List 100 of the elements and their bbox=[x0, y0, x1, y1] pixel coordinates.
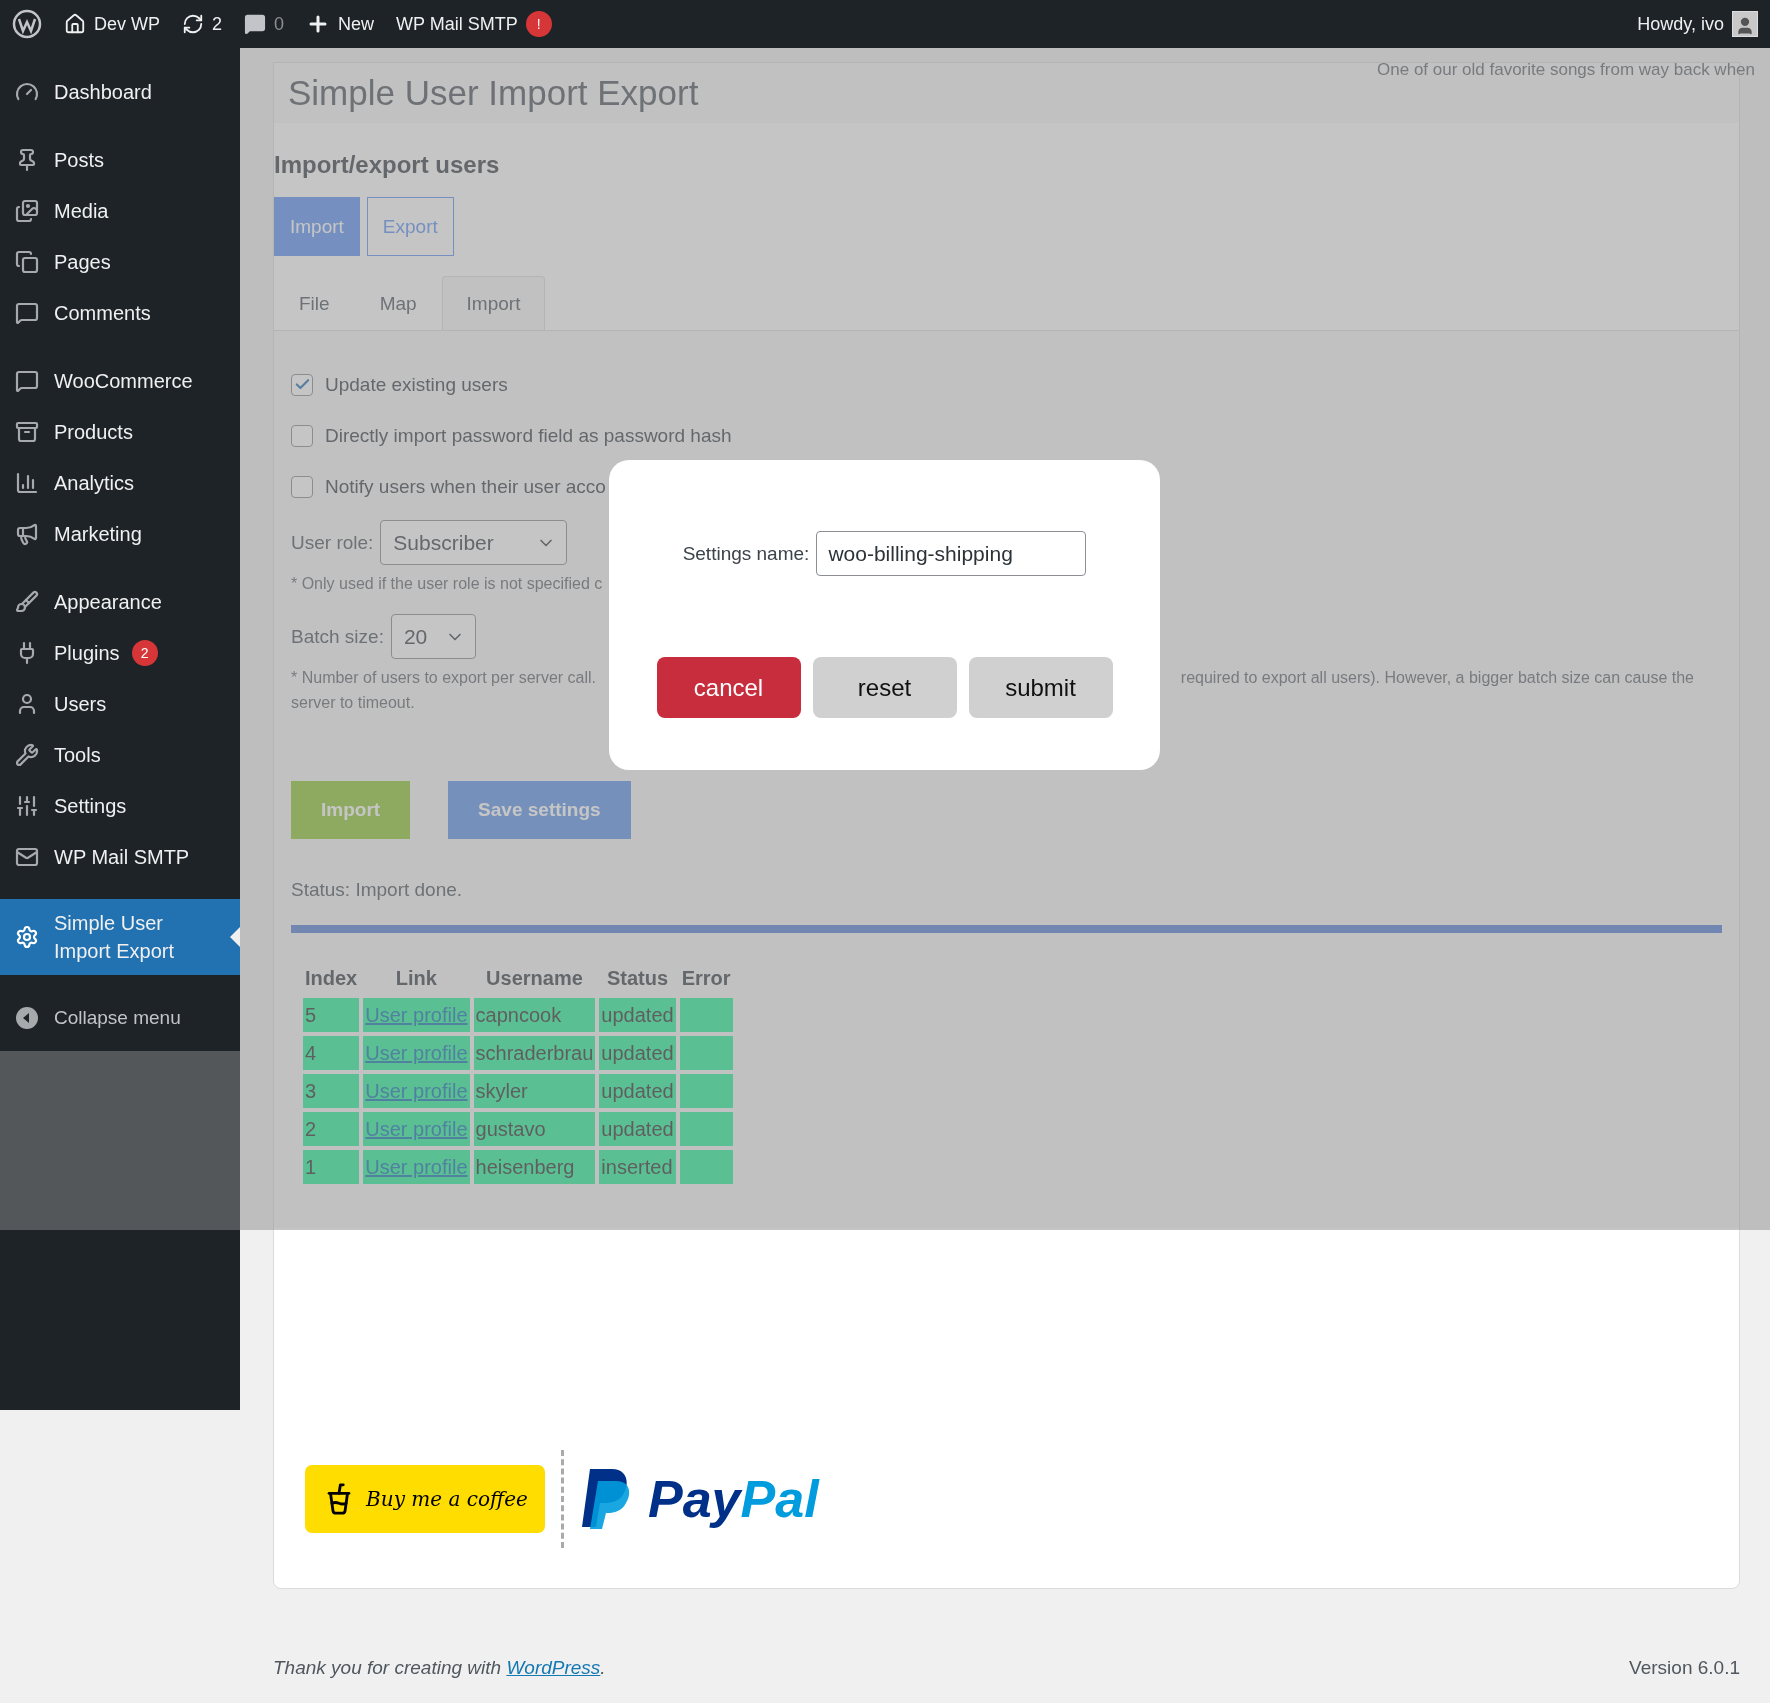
dialog-button[interactable]: reset bbox=[812, 657, 957, 718]
tagline-text: One of our old favorite songs from way back when bbox=[1377, 60, 1755, 80]
sidebar-item[interactable]: Products bbox=[0, 406, 240, 457]
help-note: * Only used if the user role is not specified c bbox=[291, 574, 604, 594]
sidebar-item-label: Posts bbox=[54, 147, 105, 173]
table-cell bbox=[679, 1112, 733, 1146]
table-cell: 4 bbox=[303, 1036, 360, 1070]
collapse-menu-button[interactable]: Collapse menu bbox=[0, 992, 240, 1043]
sidebar-item-label: Pages bbox=[54, 249, 111, 275]
buy-me-a-coffee-button[interactable]: Buy me a coffee bbox=[305, 1465, 545, 1533]
table-cell: heisenberg bbox=[473, 1150, 596, 1184]
help-note: server to timeout. bbox=[291, 694, 415, 711]
table-cell: updated bbox=[599, 1036, 676, 1070]
updates-link[interactable]: 2 bbox=[182, 13, 223, 35]
paypal-button[interactable]: PayPal bbox=[580, 1467, 819, 1531]
sidebar-item-label: Comments bbox=[54, 300, 151, 326]
sidebar-item[interactable]: Plugins 2 bbox=[0, 627, 240, 678]
help-note: required to export all users). However, a bigger batch size can cause the bbox=[1180, 668, 1694, 688]
megaphone-icon bbox=[15, 521, 39, 546]
column-header: Index bbox=[304, 966, 359, 991]
sidebar-item[interactable]: Tools bbox=[0, 729, 240, 780]
dialog-button[interactable]: submit bbox=[968, 657, 1113, 718]
sidebar-item-label: Products bbox=[54, 419, 133, 445]
sidebar-item[interactable]: Posts bbox=[0, 134, 240, 185]
field-label: User role: bbox=[291, 531, 374, 554]
cancel-button[interactable]: cancel bbox=[656, 657, 801, 718]
menu-pointer bbox=[230, 927, 240, 947]
checkbox-label: Update existing users bbox=[325, 373, 508, 396]
table-cell: skyler bbox=[473, 1074, 596, 1108]
images-icon bbox=[15, 198, 39, 223]
plugin-menu-link[interactable]: WP Mail SMTP bbox=[396, 13, 518, 35]
wordpress-link[interactable]: WordPress bbox=[506, 1657, 601, 1678]
checkbox-label: Notify users when their user acco bbox=[325, 475, 606, 498]
sliders-icon bbox=[15, 793, 39, 818]
sidebar-item-label: WooCommerce bbox=[54, 368, 193, 394]
sidebar-item[interactable]: Analytics bbox=[0, 457, 240, 508]
wordpress-logo-icon[interactable] bbox=[12, 9, 42, 39]
sidebar-item[interactable]: Marketing bbox=[0, 508, 240, 559]
sidebar-item-label: Plugins bbox=[54, 640, 120, 666]
sidebar-item[interactable]: Settings bbox=[0, 780, 240, 831]
status-text: Status: Import done. bbox=[291, 879, 464, 901]
settings-name-label: Settings name: bbox=[682, 542, 810, 565]
table-cell bbox=[679, 1150, 733, 1184]
site-name-link[interactable]: Dev WP bbox=[64, 13, 160, 35]
refresh-icon bbox=[182, 13, 204, 35]
table-cell: 1 bbox=[303, 1150, 360, 1184]
home-icon bbox=[64, 13, 86, 35]
avatar-icon bbox=[1732, 11, 1758, 37]
sidebar-item-label: WP Mail SMTP bbox=[54, 844, 190, 870]
table-cell: 5 bbox=[303, 998, 360, 1032]
table-cell: updated bbox=[599, 998, 676, 1032]
sidebar-item[interactable]: WooCommerce bbox=[0, 355, 240, 406]
settings-icon bbox=[15, 925, 39, 949]
footer-text: Thank you for creating with WordPress. bbox=[273, 1657, 606, 1679]
speech-bubble-icon bbox=[244, 13, 267, 35]
howdy-link[interactable]: Howdy, ivo bbox=[1637, 13, 1724, 35]
sidebar-item[interactable]: Media bbox=[0, 185, 240, 236]
sidebar-item[interactable]: WP Mail SMTP bbox=[0, 831, 240, 882]
column-header: Error bbox=[680, 966, 732, 991]
column-header: Username bbox=[485, 966, 584, 991]
notification-badge: ! bbox=[525, 11, 552, 37]
checkbox[interactable] bbox=[291, 424, 313, 447]
speech-bubble-icon bbox=[15, 300, 39, 325]
sidebar-item[interactable]: Pages bbox=[0, 236, 240, 287]
settings-name-input[interactable]: woo-billing-shipping bbox=[816, 531, 1087, 576]
sidebar-item[interactable]: Simple User Import Export bbox=[0, 899, 240, 975]
woo-bubble-icon bbox=[15, 368, 39, 393]
table-cell bbox=[679, 1074, 733, 1108]
sidebar-item[interactable]: Users bbox=[0, 678, 240, 729]
comments-link[interactable]: 0 bbox=[244, 13, 285, 35]
count-badge: 2 bbox=[131, 639, 158, 666]
sidebar-item-label: Dashboard bbox=[54, 79, 152, 105]
sidebar-item[interactable]: Appearance bbox=[0, 576, 240, 627]
collapse-icon bbox=[15, 1005, 39, 1030]
table-cell bbox=[679, 1036, 733, 1070]
sidebar-item-label: Media bbox=[54, 198, 109, 224]
checkbox[interactable] bbox=[291, 475, 313, 498]
sidebar-item-label: Simple User Import Export bbox=[54, 911, 176, 964]
table-cell: schraderbrau bbox=[473, 1036, 596, 1070]
checkbox-label: Directly import password field as password hash bbox=[325, 424, 732, 447]
column-header: Link bbox=[394, 966, 438, 991]
sidebar-item-label: Settings bbox=[54, 793, 127, 819]
archive-icon bbox=[15, 419, 39, 444]
brush-icon bbox=[15, 589, 39, 614]
wrench-icon bbox=[15, 742, 39, 767]
column-header: Status bbox=[605, 966, 670, 991]
bar-chart-icon bbox=[15, 470, 39, 495]
checkbox[interactable] bbox=[291, 373, 313, 396]
table-cell: updated bbox=[599, 1074, 676, 1108]
table-cell: 2 bbox=[303, 1112, 360, 1146]
sidebar-item-label: Analytics bbox=[54, 470, 135, 496]
new-content-link[interactable]: New bbox=[306, 12, 375, 36]
table-cell: capncook bbox=[473, 998, 596, 1032]
section-heading: Import/export users bbox=[274, 151, 501, 179]
sidebar-item[interactable]: Dashboard bbox=[0, 66, 240, 117]
sidebar-item-label: Appearance bbox=[54, 589, 162, 615]
sidebar-item[interactable]: Comments bbox=[0, 287, 240, 338]
help-note: * Number of users to export per server call. bbox=[291, 668, 596, 688]
table-cell: updated bbox=[599, 1112, 676, 1146]
table-cell: inserted bbox=[599, 1150, 676, 1184]
